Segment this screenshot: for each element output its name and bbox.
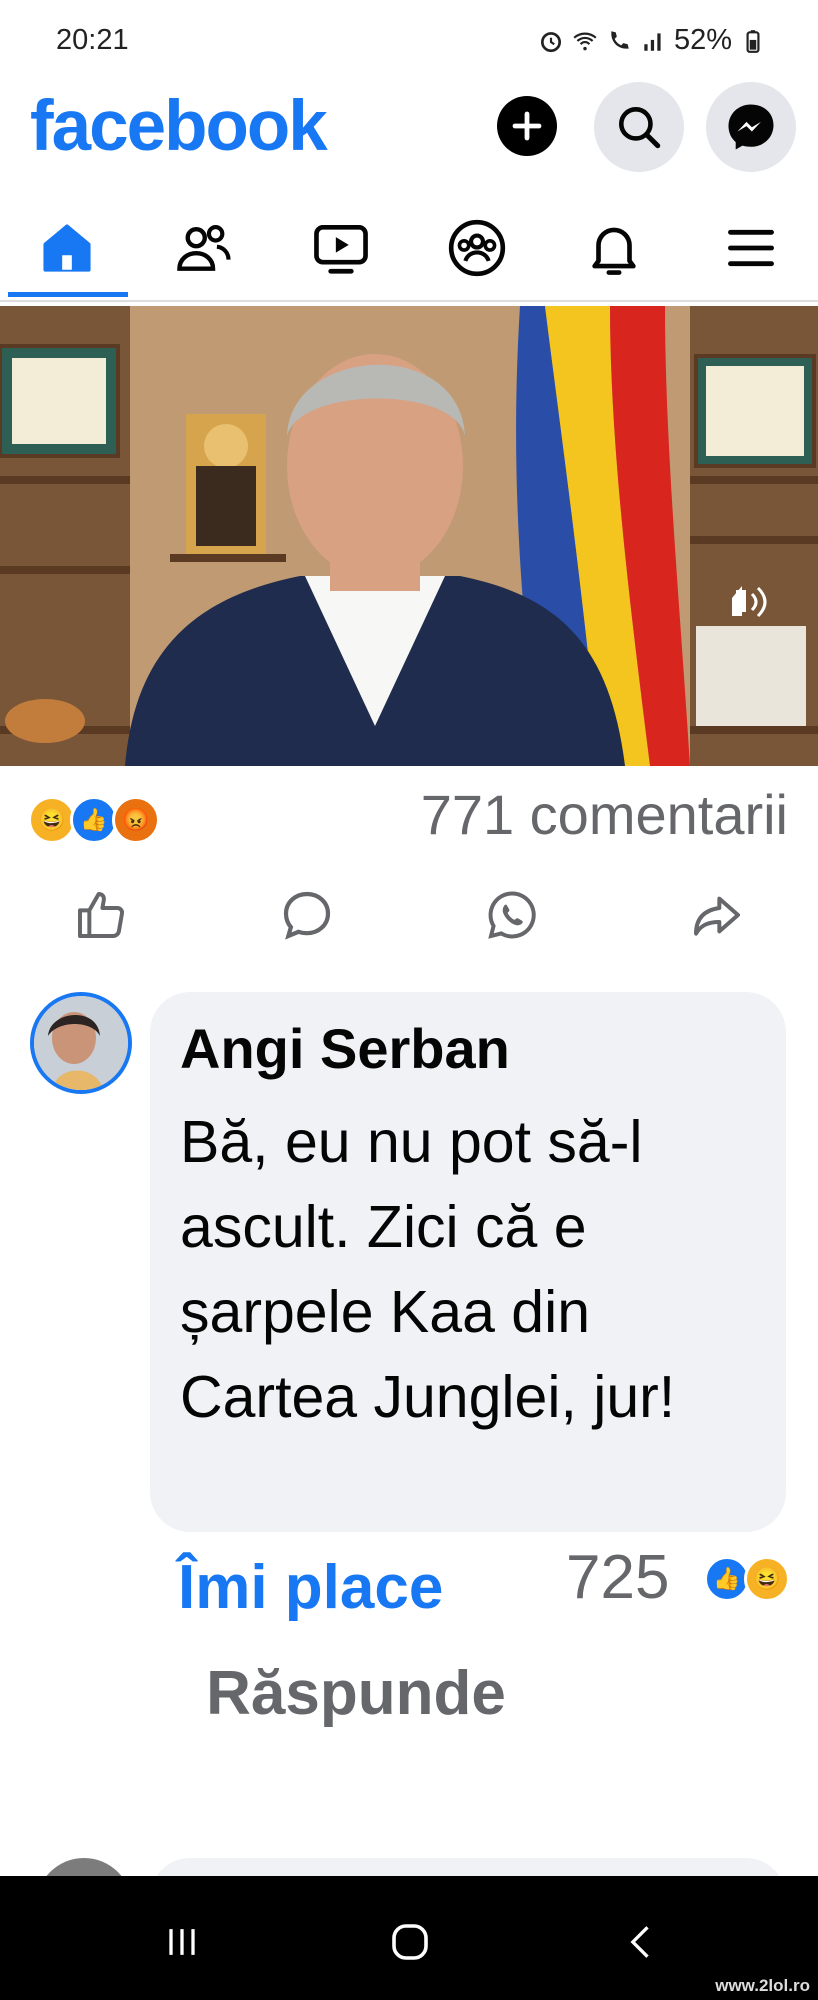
battery-percentage: 52%: [673, 24, 732, 56]
post-video[interactable]: [0, 306, 818, 766]
tab-home[interactable]: [2, 200, 132, 296]
share-icon: [694, 896, 740, 936]
home-icon: [43, 224, 91, 272]
messenger-button[interactable]: [706, 82, 796, 172]
status-bar: 20:21 52%: [0, 0, 818, 80]
search-button[interactable]: [594, 82, 684, 172]
friends-icon: [177, 225, 231, 271]
comment-like-link[interactable]: Îmi place: [178, 1552, 443, 1623]
menu-icon: [728, 229, 774, 267]
tab-menu[interactable]: [686, 200, 816, 296]
create-button[interactable]: [497, 96, 557, 156]
tab-video[interactable]: [276, 200, 406, 296]
battery-icon: [746, 29, 760, 53]
status-icons: 52%: [538, 24, 766, 57]
tab-groups[interactable]: [412, 200, 542, 296]
wifi-call-icon: [611, 30, 629, 49]
tab-bar: [0, 200, 818, 302]
haha-reaction-icon[interactable]: 😆: [28, 796, 76, 844]
home-nav-icon: [392, 1924, 428, 1960]
tab-friends[interactable]: [139, 200, 269, 296]
whatsapp-icon: [488, 891, 536, 939]
recent-apps-icon: [169, 1929, 195, 1955]
video-icon: [314, 225, 368, 274]
comment-icon: [283, 891, 331, 940]
comment-like-count[interactable]: 725: [566, 1542, 669, 1613]
like-icon: [78, 892, 124, 938]
plus-icon: [512, 111, 542, 141]
comment-reply-link[interactable]: Răspunde: [196, 1646, 516, 1742]
share-button[interactable]: [682, 880, 752, 950]
alarm-icon: [540, 31, 561, 52]
search-icon: [619, 107, 661, 149]
back-button[interactable]: [612, 1912, 672, 1972]
avatar-image: [34, 996, 128, 1090]
groups-icon: [448, 219, 506, 277]
commenter-avatar[interactable]: [30, 992, 132, 1094]
wifi-icon: [573, 32, 597, 50]
like-button[interactable]: [66, 880, 136, 950]
messenger-icon: [728, 104, 774, 150]
comment-text: Bă, eu nu pot să-l ascult. Zici că e șar…: [180, 1109, 676, 1430]
comment-button[interactable]: [272, 880, 342, 950]
back-icon: [630, 1926, 649, 1958]
active-tab-indicator: [8, 292, 128, 297]
video-frame: [0, 306, 818, 766]
watermark: www.2lol.ro: [715, 1976, 810, 1995]
angry-reaction-icon[interactable]: 😡: [112, 796, 160, 844]
whatsapp-button[interactable]: [477, 880, 547, 950]
commenter-name[interactable]: Angi Serban: [180, 1016, 510, 1081]
status-time: 20:21: [56, 24, 129, 56]
bell-icon: [592, 227, 636, 275]
recent-apps-button[interactable]: [152, 1912, 212, 1972]
comment-count[interactable]: 771 comentarii: [421, 782, 788, 847]
like-reaction-icon[interactable]: 👍: [70, 796, 118, 844]
home-nav-button[interactable]: [380, 1912, 440, 1972]
facebook-logo[interactable]: facebook: [30, 86, 328, 167]
comment-haha-reaction-icon[interactable]: 😆: [744, 1556, 790, 1602]
signal-icon: [644, 32, 661, 51]
tab-notifications[interactable]: [549, 200, 679, 296]
